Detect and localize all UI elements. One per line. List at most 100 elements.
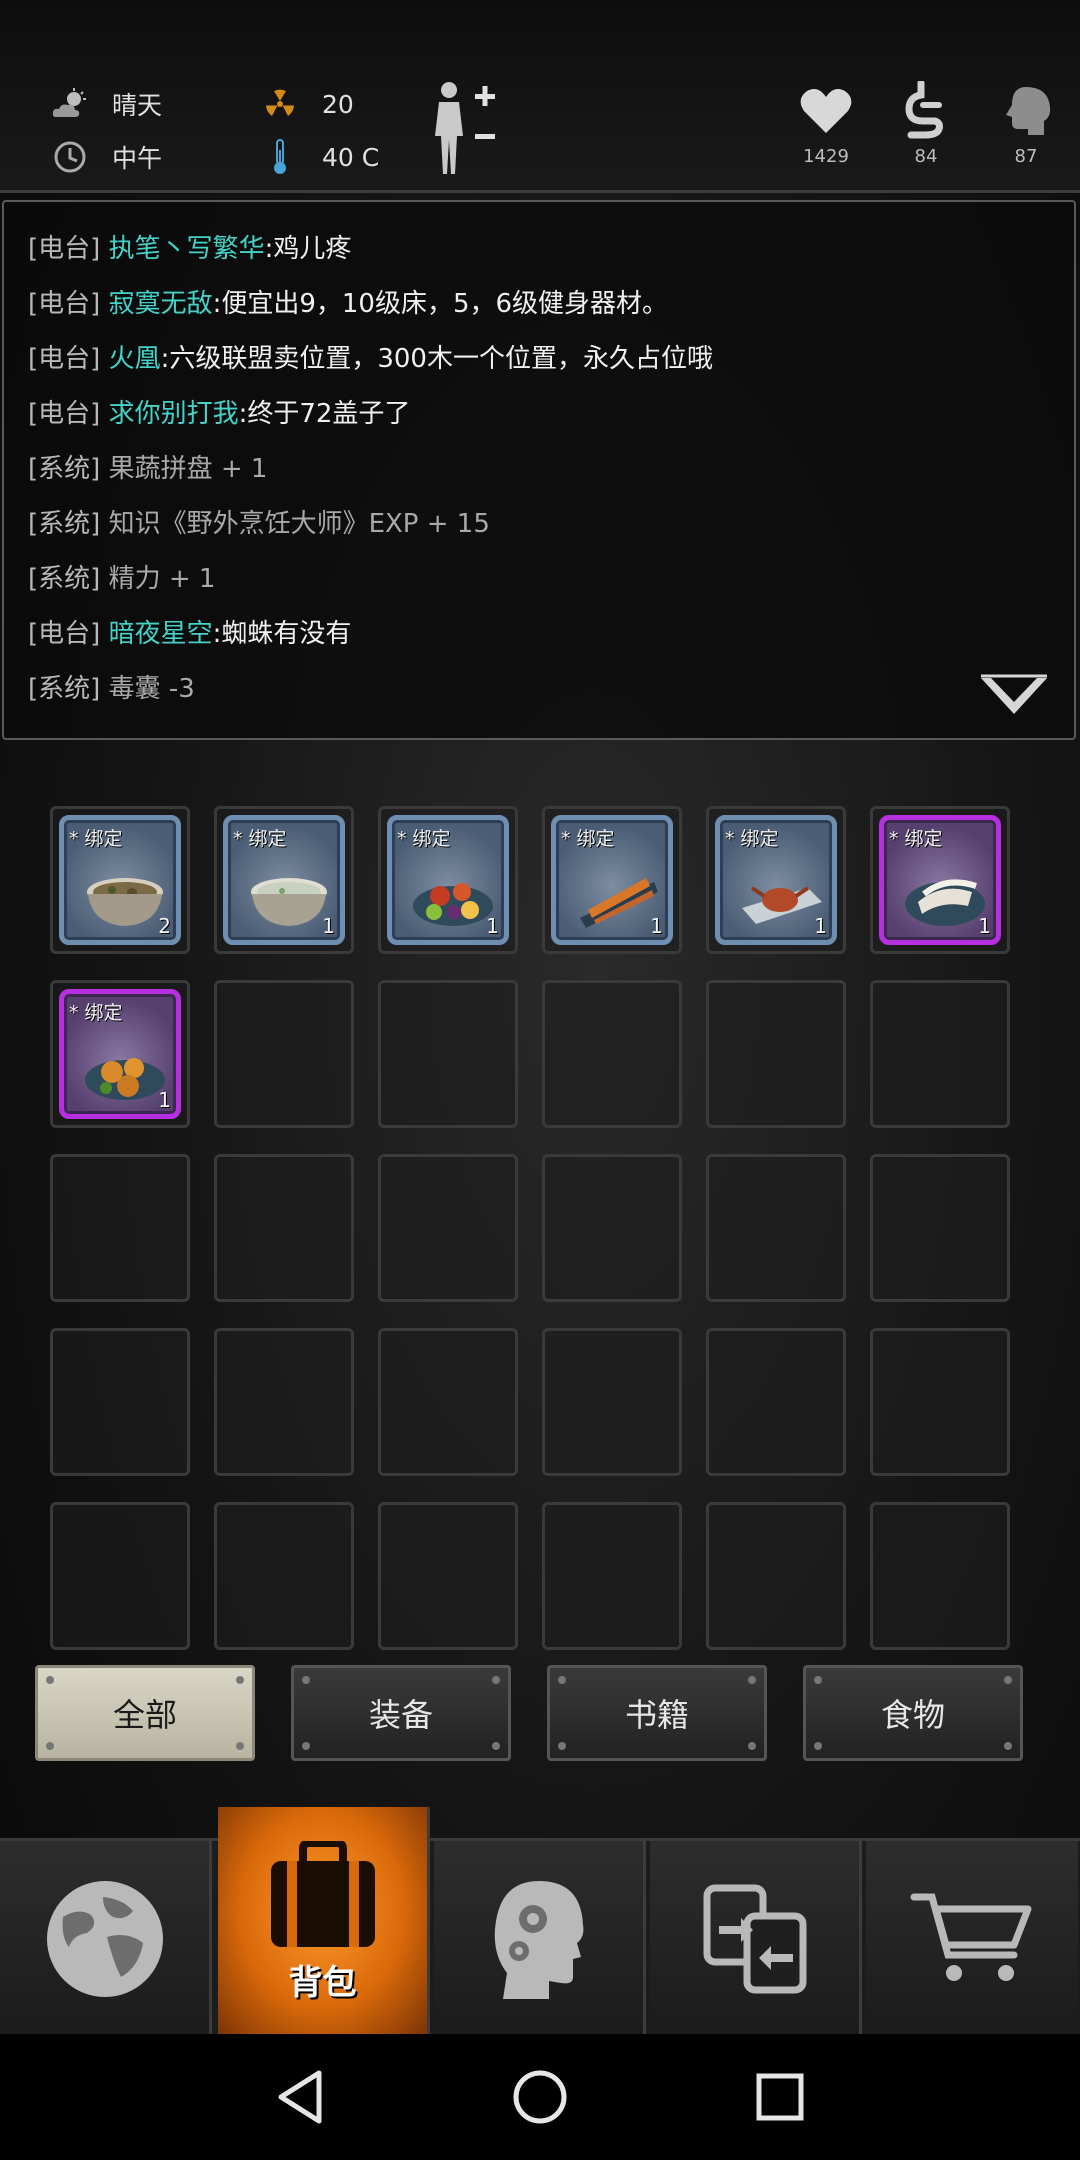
trade-icon <box>703 1884 806 1994</box>
weather-stat: 晴天 <box>50 84 162 124</box>
log-entry: [电台] 暗夜星空:蜘蛛有没有 <box>28 619 352 649</box>
sun-cloud-icon <box>50 84 90 124</box>
inventory-slot[interactable] <box>870 980 1010 1128</box>
inventory-slot[interactable] <box>378 1328 518 1476</box>
log-entry: [电台] 火凰:六级联盟卖位置，300木一个位置，永久占位哦 <box>28 344 713 374</box>
log-entry: [系统] 精力 + 1 <box>28 564 216 594</box>
stew-bowl-icon <box>87 878 163 926</box>
recents-button[interactable] <box>720 2034 840 2160</box>
inventory-slot[interactable]: * 绑定 1 <box>50 980 190 1128</box>
filter-all-label: 全部 <box>112 1696 177 1734</box>
nav-backpack-tab[interactable]: 背包 <box>218 1807 430 2037</box>
inventory-slot[interactable] <box>50 1154 190 1302</box>
item-porridge-bowl[interactable]: * 绑定 1 <box>223 815 345 945</box>
grilled-fish-skewers-icon <box>580 878 658 928</box>
log-entry: [系统] 毒囊 -3 <box>28 674 195 704</box>
filter-books-label: 书籍 <box>624 1696 689 1734</box>
porridge-bowl-icon <box>251 878 327 926</box>
sliced-meat-dish-icon <box>905 879 985 926</box>
message-log[interactable]: [电台] 执笔丶写繁华:鸡儿疼 [电台] 寂寞无敌:便宜出9，10级床，5，6级… <box>2 200 1076 740</box>
home-circle-icon <box>513 2070 567 2124</box>
inventory-slot[interactable] <box>870 1502 1010 1650</box>
inventory-slot[interactable] <box>378 1154 518 1302</box>
filter-equipment-label: 装备 <box>368 1696 433 1734</box>
player-name[interactable]: 执笔丶写繁华 <box>109 234 265 264</box>
crab-dish-icon <box>742 886 822 924</box>
log-entry: [系统] 果蔬拼盘 + 1 <box>28 454 268 484</box>
inventory-slot[interactable] <box>706 1328 846 1476</box>
filter-all-button[interactable]: 全部 <box>35 1665 255 1761</box>
temperature-stat: 40 C <box>260 137 379 177</box>
filter-books-button[interactable]: 书籍 <box>547 1665 767 1761</box>
player-name[interactable]: 求你别打我 <box>109 399 239 429</box>
inventory-slot[interactable] <box>214 1154 354 1302</box>
filter-food-label: 食物 <box>880 1696 945 1734</box>
inventory-slot[interactable] <box>870 1154 1010 1302</box>
thermometer-icon <box>260 137 300 177</box>
brain-icon <box>986 76 1066 146</box>
inventory-slot[interactable]: * 绑定 2 <box>50 806 190 954</box>
inventory-slot[interactable]: * 绑定 1 <box>214 806 354 954</box>
head-gears-icon <box>494 1881 583 1999</box>
player-name[interactable]: 暗夜星空 <box>109 619 213 649</box>
inventory-slot[interactable] <box>542 980 682 1128</box>
filter-equipment-button[interactable]: 装备 <box>291 1665 511 1761</box>
log-entry: [电台] 寂寞无敌:便宜出9，10级床，5，6级健身器材。 <box>28 289 669 319</box>
body-status-button[interactable] <box>425 78 505 178</box>
player-name[interactable]: 寂寞无敌 <box>109 289 213 319</box>
health-value: 1429 <box>803 146 849 167</box>
radiation-stat: 20 <box>260 84 354 124</box>
inventory-slot[interactable] <box>378 980 518 1128</box>
shopping-cart-icon <box>910 1893 1032 1981</box>
time-text: 中午 <box>112 144 163 173</box>
inventory-slot[interactable] <box>214 1502 354 1650</box>
inventory-slot[interactable] <box>542 1502 682 1650</box>
fruit-veg-platter-icon <box>413 883 493 926</box>
inventory-slot[interactable] <box>542 1328 682 1476</box>
fried-chicken-dish-icon <box>85 1058 165 1100</box>
mind-vital: 87 <box>986 76 1066 167</box>
inventory-slot[interactable] <box>378 1502 518 1650</box>
item-fruit-veg-platter[interactable]: * 绑定 1 <box>387 815 509 945</box>
item-crab-dish[interactable]: * 绑定 1 <box>715 815 837 945</box>
item-grilled-fish-skewers[interactable]: * 绑定 1 <box>551 815 673 945</box>
radiation-value: 20 <box>322 89 354 119</box>
recents-square-icon <box>756 2073 804 2121</box>
hunger-vital: 84 <box>886 76 966 167</box>
item-fried-chicken-dish[interactable]: * 绑定 1 <box>59 989 181 1119</box>
inventory-slot[interactable] <box>50 1502 190 1650</box>
inventory-slot[interactable] <box>870 1328 1010 1476</box>
globe-icon <box>46 1881 163 1997</box>
nav-backpack-label: 背包 <box>288 1962 357 2003</box>
back-button[interactable] <box>240 2034 360 2160</box>
inventory-slot[interactable]: * 绑定 1 <box>706 806 846 954</box>
inventory-slot[interactable] <box>706 980 846 1128</box>
inventory-slot[interactable]: * 绑定 1 <box>542 806 682 954</box>
temperature-value: 40 C <box>322 142 380 172</box>
backpack-icon <box>270 1840 375 1947</box>
system-nav-bar <box>0 2034 1080 2160</box>
inventory-slot[interactable] <box>214 980 354 1128</box>
inventory-slot[interactable] <box>706 1502 846 1650</box>
stomach-icon <box>886 76 966 146</box>
inventory-slot[interactable]: * 绑定 1 <box>378 806 518 954</box>
back-triangle-icon <box>278 2070 322 2124</box>
home-button[interactable] <box>480 2034 600 2160</box>
inventory-slot[interactable] <box>214 1328 354 1476</box>
filter-food-button[interactable]: 食物 <box>803 1665 1023 1761</box>
inventory-slot[interactable] <box>542 1154 682 1302</box>
nav-world-tab[interactable] <box>0 1841 212 2037</box>
item-stew-bowl[interactable]: * 绑定 2 <box>59 815 181 945</box>
mind-value: 87 <box>1014 146 1038 167</box>
expand-log-icon[interactable] <box>979 674 1049 718</box>
player-name[interactable]: 火凰 <box>109 344 161 374</box>
nav-shop-tab[interactable] <box>866 1841 1078 2037</box>
bottom-nav: 背包 <box>0 1807 1080 2037</box>
status-bar: 晴天 中午 20 40 C 1429 84 87 <box>0 0 1080 193</box>
inventory-slot[interactable] <box>706 1154 846 1302</box>
inventory-slot[interactable]: * 绑定 1 <box>870 806 1010 954</box>
nav-skills-tab[interactable] <box>434 1841 646 2037</box>
nav-trade-tab[interactable] <box>650 1841 862 2037</box>
item-sliced-meat-dish[interactable]: * 绑定 1 <box>879 815 1001 945</box>
inventory-slot[interactable] <box>50 1328 190 1476</box>
